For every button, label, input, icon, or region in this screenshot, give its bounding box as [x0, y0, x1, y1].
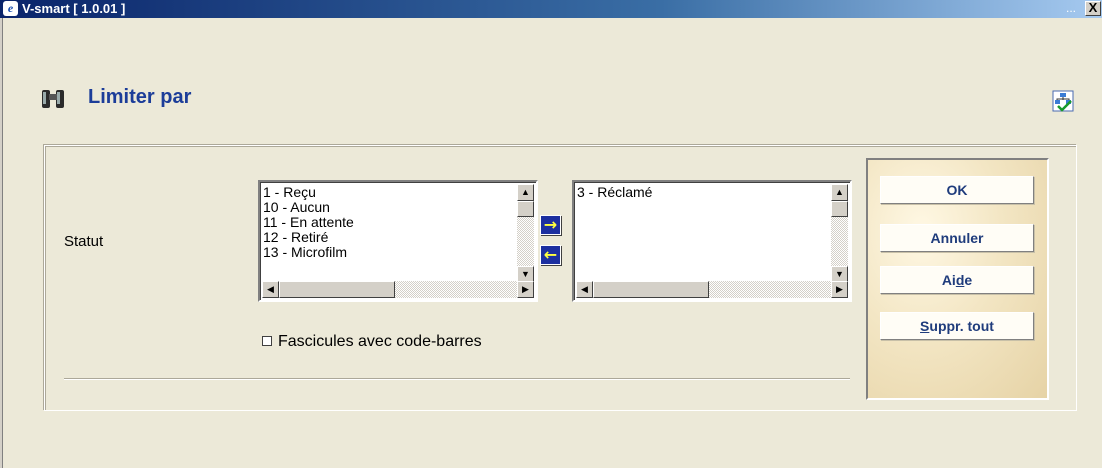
close-button[interactable]: X [1085, 1, 1101, 16]
vertical-scrollbar[interactable]: ▲ ▼ [831, 184, 848, 283]
statut-label: Statut [64, 233, 104, 250]
checkbox-label: Fascicules avec code-barres [278, 333, 482, 350]
list-item[interactable]: 10 - Aucun [263, 200, 516, 215]
selected-status-list[interactable]: 3 - Réclamé ▲ ▼ ◀ ▶ [572, 180, 852, 302]
barcode-checkbox-row[interactable]: Fascicules avec code-barres [262, 333, 482, 351]
move-right-button[interactable]: → [540, 215, 561, 235]
title-bar: e V-smart [ 1.0.01 ] ... X [0, 0, 1102, 18]
list-item[interactable]: 13 - Microfilm [263, 245, 516, 260]
list-item[interactable]: 1 - Reçu [263, 185, 516, 200]
barcode-checkbox[interactable] [262, 336, 272, 346]
scroll-thumb[interactable] [517, 201, 534, 217]
page-title: Limiter par [88, 86, 192, 108]
ok-button[interactable]: OK [880, 176, 1034, 204]
divider [64, 378, 850, 380]
scroll-right-icon[interactable]: ▶ [831, 281, 848, 298]
scroll-thumb[interactable] [593, 281, 709, 298]
scroll-left-icon[interactable]: ◀ [262, 281, 279, 298]
clear-all-button[interactable]: Suppr. tout [880, 312, 1034, 340]
vertical-scrollbar[interactable]: ▲ ▼ [517, 184, 534, 283]
scroll-up-icon[interactable]: ▲ [831, 184, 848, 201]
window-title: V-smart [ 1.0.01 ] [22, 1, 126, 16]
scroll-right-icon[interactable]: ▶ [517, 281, 534, 298]
horizontal-scrollbar[interactable]: ◀ ▶ [576, 281, 848, 298]
scroll-left-icon[interactable]: ◀ [576, 281, 593, 298]
horizontal-scrollbar[interactable]: ◀ ▶ [262, 281, 534, 298]
available-status-list[interactable]: 1 - Reçu 10 - Aucun 11 - En attente 12 -… [258, 180, 538, 302]
window-left-edge [0, 18, 3, 468]
binoculars-icon [40, 88, 66, 115]
help-label-end: e [964, 272, 973, 288]
tree-check-icon[interactable] [1052, 90, 1074, 117]
list-item[interactable]: 11 - En attente [263, 215, 516, 230]
title-dots: ... [1066, 1, 1077, 15]
clear-label-accel: S [920, 318, 930, 334]
help-button[interactable]: Aide [880, 266, 1034, 294]
move-left-button[interactable]: ← [540, 245, 561, 265]
scroll-thumb[interactable] [831, 201, 848, 217]
cancel-button[interactable]: Annuler [880, 224, 1034, 252]
app-icon: e [3, 1, 18, 16]
help-label-start: Ai [941, 272, 956, 288]
scroll-up-icon[interactable]: ▲ [517, 184, 534, 201]
clear-label-rest: uppr. tout [929, 318, 994, 334]
list-item[interactable]: 3 - Réclamé [577, 185, 830, 200]
list-item[interactable]: 12 - Retiré [263, 230, 516, 245]
scroll-thumb[interactable] [279, 281, 395, 298]
